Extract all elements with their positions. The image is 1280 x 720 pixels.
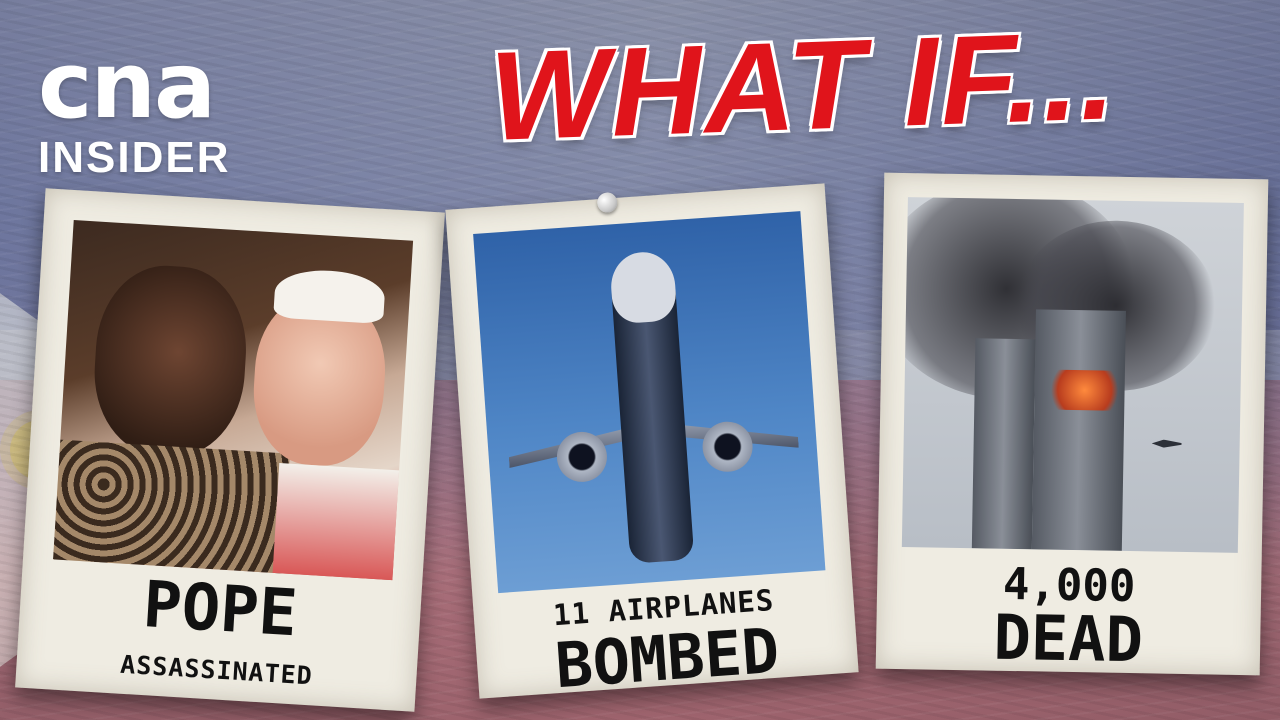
caption-line1: POPE — [141, 568, 300, 652]
polaroid-card-dead: 4,000 DEAD — [875, 172, 1269, 677]
photo-zucchetto — [273, 267, 387, 325]
photo-man-figure — [89, 261, 251, 461]
polaroid-card-airplanes: 11 AIRPLANES BOMBED — [445, 183, 859, 702]
photo-engine-right — [700, 420, 755, 474]
photo-airplane — [473, 211, 826, 594]
cna-insider-logo: cna INSIDER — [38, 40, 230, 180]
logo-sub: INSIDER — [38, 133, 231, 182]
polaroid-card-pope: POPE ASSASSINATED — [15, 188, 445, 712]
photo-small-plane — [1152, 439, 1182, 448]
push-pin-icon — [596, 191, 618, 214]
caption-line2: DEAD — [992, 600, 1144, 677]
photo-towers — [901, 197, 1244, 553]
photo-plane-nose — [608, 250, 678, 325]
photo-robe — [271, 463, 414, 581]
photo-tower-right — [1031, 309, 1126, 551]
photo-fire — [1044, 369, 1125, 411]
photo-tower-left — [971, 338, 1036, 550]
page-title: WHAT IF... — [487, 4, 1119, 167]
photo-shirt — [52, 439, 290, 581]
photo-pope — [52, 220, 414, 581]
logo-brand: cna — [38, 32, 216, 139]
caption-line2: ASSASSINATED — [119, 649, 314, 691]
